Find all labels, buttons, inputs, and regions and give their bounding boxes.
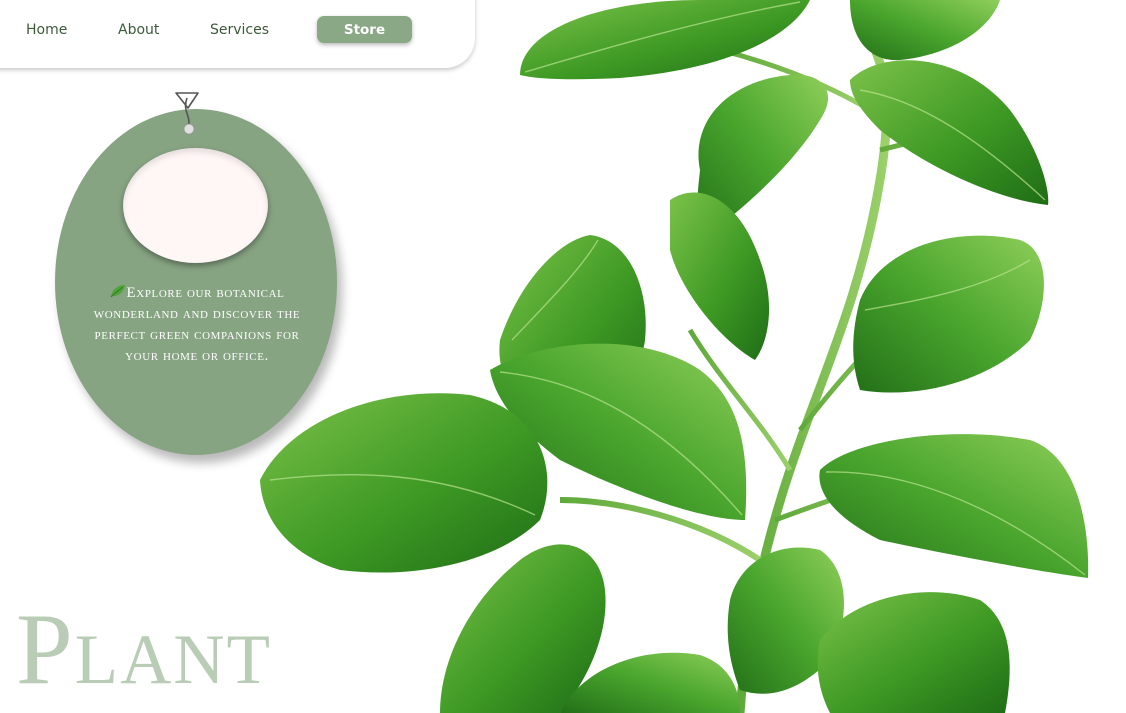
- nav-link-about[interactable]: About: [118, 22, 159, 38]
- basil-plant-illustration: [260, 0, 1089, 713]
- leaf-icon: [110, 285, 125, 298]
- tag-window: [123, 148, 268, 263]
- nav-link-home[interactable]: Home: [26, 22, 67, 38]
- tag-hook-icon: [175, 92, 199, 135]
- hanging-tag: Explore our botanical wonderland and dis…: [55, 109, 337, 455]
- page-title: Plant: [16, 593, 273, 706]
- top-nav: Home About Services Store: [0, 0, 475, 68]
- tag-description: Explore our botanical wonderland and dis…: [77, 283, 317, 367]
- basil-leaf: [520, 0, 810, 80]
- nav-link-services[interactable]: Services: [210, 22, 269, 38]
- store-button[interactable]: Store: [317, 16, 412, 43]
